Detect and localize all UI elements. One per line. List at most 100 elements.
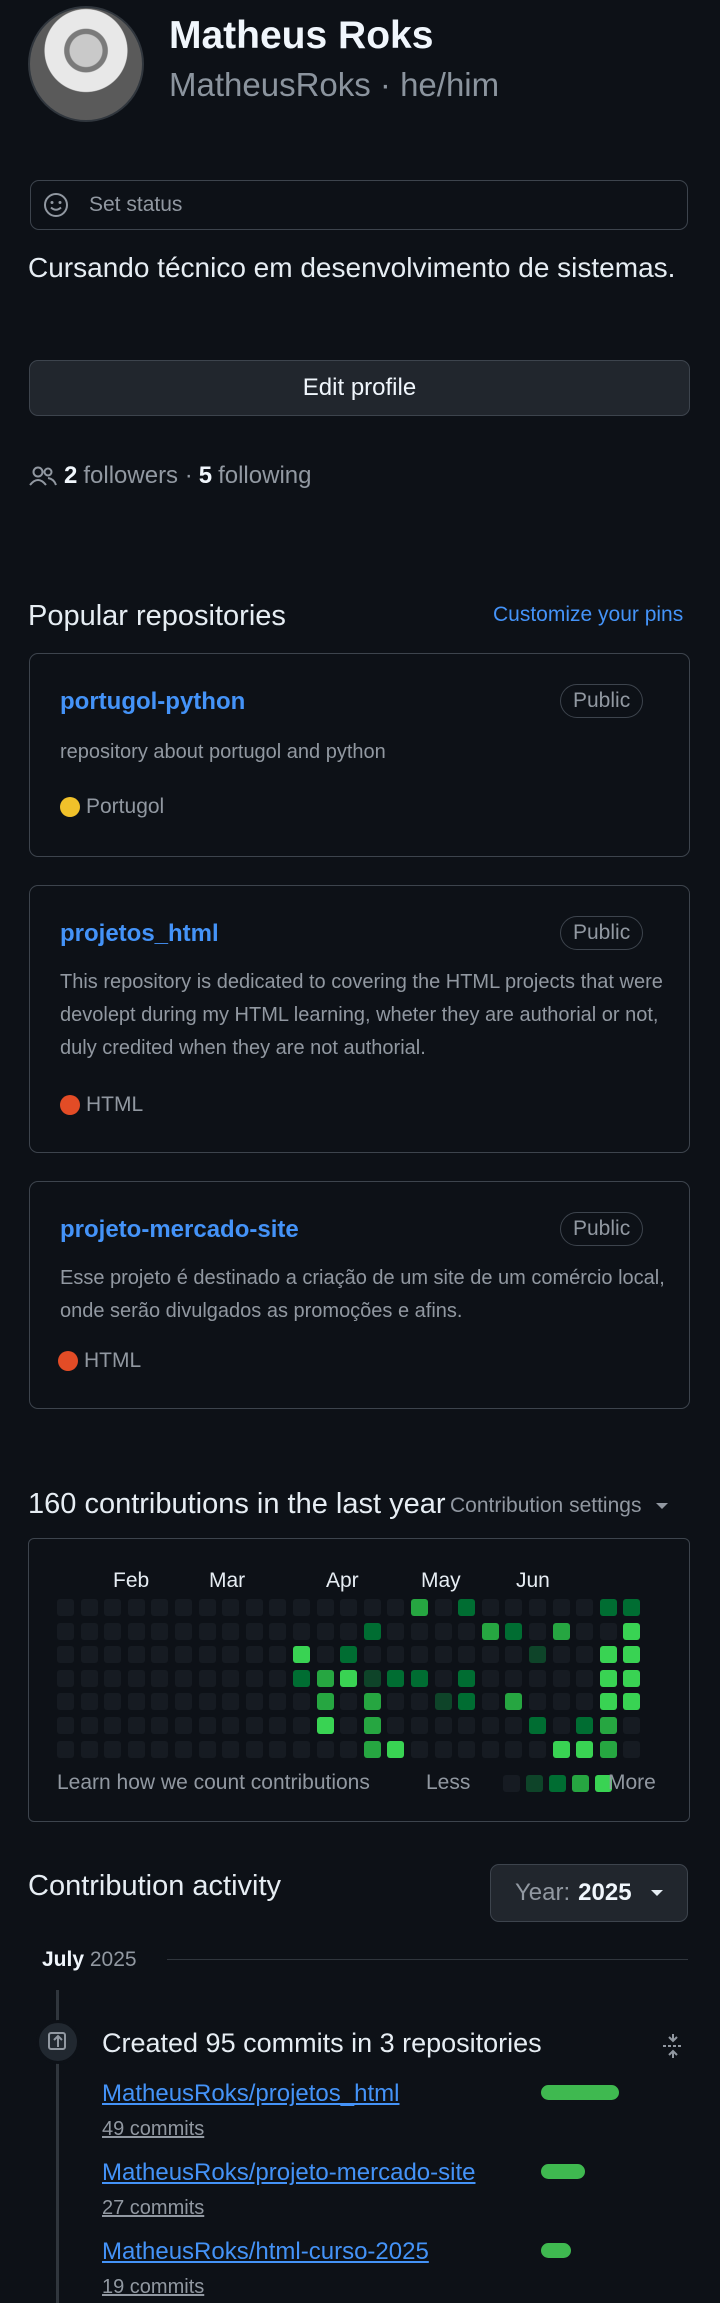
contribution-day-cell[interactable] [269,1740,287,1758]
contribution-day-cell[interactable] [434,1622,452,1640]
contribution-day-cell[interactable] [222,1669,240,1687]
followers-link[interactable]: followers · [83,462,192,490]
contribution-day-cell[interactable] [434,1646,452,1664]
contribution-day-cell[interactable] [293,1740,310,1758]
contribution-day-cell[interactable] [458,1646,476,1664]
contribution-day-cell[interactable] [599,1669,617,1687]
contribution-day-cell[interactable] [198,1669,216,1687]
contribution-day-cell[interactable] [387,1717,405,1734]
set-status-button[interactable]: Set status [30,180,688,230]
contribution-day-cell[interactable] [529,1693,546,1711]
contribution-day-cell[interactable] [411,1717,428,1734]
contribution-day-cell[interactable] [127,1669,145,1687]
contribution-day-cell[interactable] [458,1599,476,1616]
contribution-day-cell[interactable] [316,1622,334,1640]
contribution-day-cell[interactable] [505,1599,523,1616]
contribution-day-cell[interactable] [363,1717,381,1734]
contribution-day-cell[interactable] [552,1740,570,1758]
contribution-day-cell[interactable] [127,1717,145,1734]
contribution-settings-button[interactable]: Contribution settings [450,1494,669,1518]
repo-name-link[interactable]: projetos_html [60,920,219,948]
contribution-day-cell[interactable] [505,1693,523,1711]
contribution-day-cell[interactable] [623,1693,641,1711]
contribution-day-cell[interactable] [198,1717,216,1734]
activity-repo-link[interactable]: MatheusRoks/html-curso-2025 [102,2238,429,2266]
contribution-day-cell[interactable] [529,1740,546,1758]
contribution-day-cell[interactable] [576,1599,594,1616]
contribution-day-cell[interactable] [481,1740,499,1758]
contribution-day-cell[interactable] [293,1717,310,1734]
contribution-day-cell[interactable] [151,1622,169,1640]
contribution-day-cell[interactable] [57,1622,74,1640]
contribution-day-cell[interactable] [411,1622,428,1640]
contribution-day-cell[interactable] [80,1646,98,1664]
contribution-day-cell[interactable] [245,1646,263,1664]
contribution-day-cell[interactable] [481,1717,499,1734]
contribution-day-cell[interactable] [387,1669,405,1687]
contribution-day-cell[interactable] [57,1693,74,1711]
contribution-day-cell[interactable] [104,1669,122,1687]
contribution-day-cell[interactable] [175,1669,192,1687]
contribution-day-cell[interactable] [552,1646,570,1664]
contribution-day-cell[interactable] [552,1669,570,1687]
contribution-day-cell[interactable] [175,1693,192,1711]
contribution-day-cell[interactable] [80,1669,98,1687]
contribution-day-cell[interactable] [599,1599,617,1616]
contribution-day-cell[interactable] [576,1669,594,1687]
contribution-day-cell[interactable] [269,1622,287,1640]
contribution-day-cell[interactable] [505,1669,523,1687]
contribution-day-cell[interactable] [458,1740,476,1758]
contribution-day-cell[interactable] [623,1599,641,1616]
contribution-day-cell[interactable] [80,1740,98,1758]
contribution-day-cell[interactable] [316,1669,334,1687]
contribution-day-cell[interactable] [458,1669,476,1687]
contribution-day-cell[interactable] [198,1646,216,1664]
collapse-icon[interactable] [660,2032,686,2060]
contribution-day-cell[interactable] [80,1693,98,1711]
contribution-day-cell[interactable] [245,1740,263,1758]
contribution-day-cell[interactable] [222,1717,240,1734]
contribution-day-cell[interactable] [127,1740,145,1758]
contribution-day-cell[interactable] [175,1717,192,1734]
contribution-day-cell[interactable] [57,1646,74,1664]
contribution-day-cell[interactable] [387,1693,405,1711]
contribution-day-cell[interactable] [529,1599,546,1616]
contribution-day-cell[interactable] [80,1599,98,1616]
contribution-day-cell[interactable] [245,1669,263,1687]
contribution-day-cell[interactable] [104,1740,122,1758]
contribution-day-cell[interactable] [340,1740,358,1758]
contribution-day-cell[interactable] [434,1599,452,1616]
contribution-day-cell[interactable] [127,1599,145,1616]
contribution-day-cell[interactable] [363,1599,381,1616]
contribution-day-cell[interactable] [576,1693,594,1711]
contribution-day-cell[interactable] [529,1717,546,1734]
learn-contributions-link[interactable]: Learn how we count contributions [57,1771,370,1795]
contribution-day-cell[interactable] [434,1693,452,1711]
contribution-day-cell[interactable] [175,1646,192,1664]
contribution-day-cell[interactable] [269,1717,287,1734]
contribution-day-cell[interactable] [552,1717,570,1734]
contribution-day-cell[interactable] [623,1622,641,1640]
contribution-day-cell[interactable] [175,1599,192,1616]
contribution-day-cell[interactable] [127,1646,145,1664]
contribution-day-cell[interactable] [387,1622,405,1640]
activity-commits-link[interactable]: 49 commits [102,2118,204,2141]
contribution-day-cell[interactable] [411,1669,428,1687]
contribution-day-cell[interactable] [104,1646,122,1664]
contribution-day-cell[interactable] [552,1599,570,1616]
contribution-day-cell[interactable] [175,1622,192,1640]
contribution-day-cell[interactable] [623,1669,641,1687]
contribution-day-cell[interactable] [80,1717,98,1734]
contribution-day-cell[interactable] [151,1740,169,1758]
contribution-day-cell[interactable] [505,1646,523,1664]
contribution-day-cell[interactable] [623,1646,641,1664]
contribution-day-cell[interactable] [434,1717,452,1734]
contribution-day-cell[interactable] [104,1717,122,1734]
contribution-day-cell[interactable] [293,1646,310,1664]
contribution-day-cell[interactable] [293,1599,310,1616]
contribution-day-cell[interactable] [57,1740,74,1758]
contribution-day-cell[interactable] [245,1717,263,1734]
contribution-day-cell[interactable] [222,1646,240,1664]
customize-pins-link[interactable]: Customize your pins [493,603,683,627]
contribution-day-cell[interactable] [363,1669,381,1687]
